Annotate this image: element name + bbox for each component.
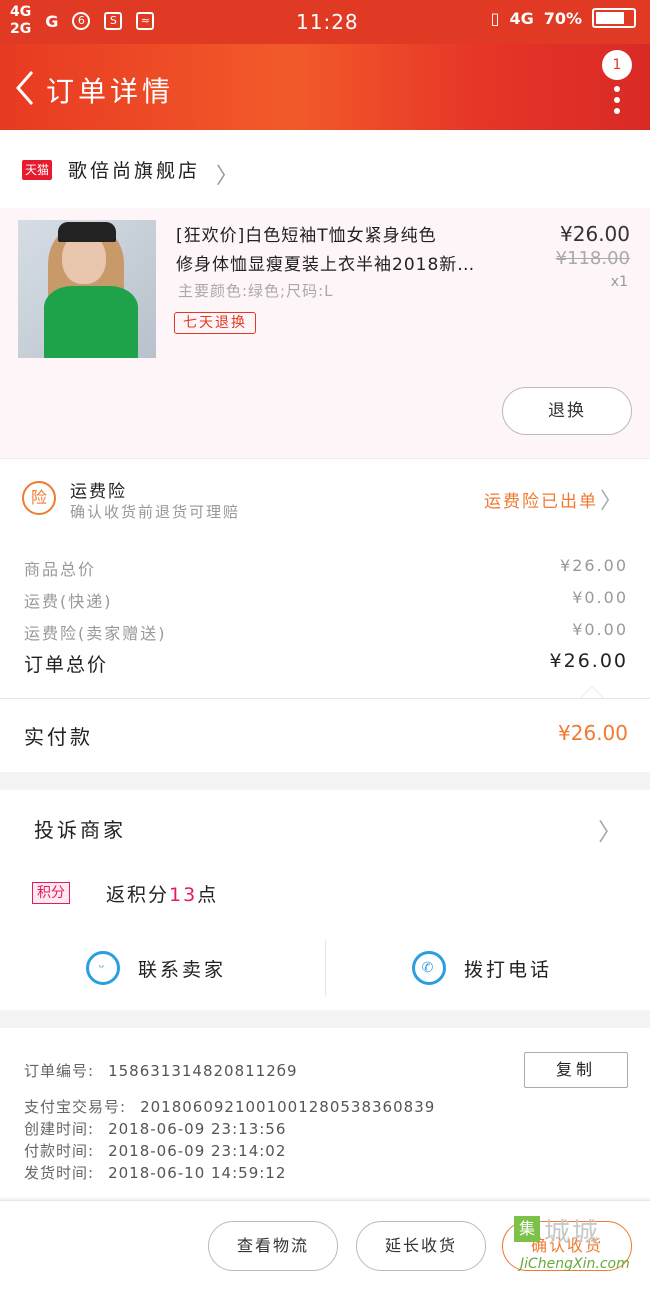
cellular-signal-icon: 4G 2G [10,4,32,37]
back-arrow-icon[interactable] [12,68,38,108]
created-time-row: 创建时间: 2018-06-09 23:13:56 [24,1120,287,1138]
caret-up-icon [580,686,604,698]
message-notification-icon: ≈ [136,12,155,30]
actual-payment-row: 实付款 ¥26.00 [0,698,650,772]
contact-row: ᵕ 联系卖家 ✆ 拨打电话 [0,940,650,996]
app-notification-icon: 6 [72,12,91,30]
status-time: 11:28 [296,10,359,34]
nav-bar: 订单详情 1 [0,44,650,130]
shipping-insurance-row[interactable]: 险 运费险 确认收货前退货可理赔 运费险已出单 〉 [0,458,650,538]
g-signal-icon: G [45,11,59,31]
contact-seller-button[interactable]: ᵕ 联系卖家 [86,940,226,996]
insurance-title: 运费险 [70,482,127,502]
fee-row-goods: 商品总价 ¥26.00 [24,556,628,579]
return-policy-badge: 七天退换 [174,312,256,334]
product-price: ¥26.00 [560,222,630,246]
product-title: [狂欢价]白色短袖T恤女紧身纯色 修身体恤显瘦夏装上衣半袖2018新… [176,226,476,275]
divider [325,940,326,996]
order-number-row: 订单编号: 1586313148208112б9 [24,1062,298,1080]
watermark: 集 城城 JiChengXin.com [514,1212,644,1286]
message-badge[interactable]: 1 [602,50,632,80]
copy-button[interactable]: 复制 [524,1052,628,1088]
battery-icon [592,8,636,28]
vibrate-icon: ▯ [490,8,500,28]
chat-face-icon: ᵕ [86,951,120,985]
paid-label: 实付款 [24,725,93,749]
shipped-time-row: 发货时间: 2018-06-10 14:59:12 [24,1164,287,1182]
fee-row-total: 订单总价 ¥26.00 [24,650,628,676]
more-menu-icon[interactable] [614,86,620,119]
refund-button[interactable]: 退换 [502,387,632,435]
insurance-icon: 险 [22,481,56,515]
product-card[interactable]: [狂欢价]白色短袖T恤女紧身纯色 修身体恤显瘦夏装上衣半袖2018新… 主要颜色… [0,208,650,458]
product-quantity: x1 [610,274,628,290]
chevron-right-icon: 〉 [216,164,239,189]
page-title: 订单详情 [46,75,175,108]
view-logistics-button[interactable]: 查看物流 [208,1221,338,1271]
fee-summary: 商品总价 ¥26.00 运费(快递) ¥0.00 运费险(卖家赠送) ¥0.00… [0,538,650,698]
complain-section: 投诉商家 〉 积分 返积分13点 ᵕ 联系卖家 ✆ 拨打电话 [0,790,650,1010]
chevron-right-icon: 〉 [599,489,622,514]
insurance-status: 运费险已出单 [484,492,598,512]
tmall-logo-icon: 天猫 [22,160,52,180]
extend-receipt-button[interactable]: 延长收货 [356,1221,486,1271]
watermark-logo-icon: 集 [514,1216,540,1242]
data-4g-icon: 4G [509,8,534,28]
product-sku: 主要颜色:绿色;尺码:L [178,282,334,300]
store-name: 歌倍尚旗舰店 [68,160,201,182]
original-price: ¥118.00 [555,248,630,269]
store-row[interactable]: 天猫 歌倍尚旗舰店 〉 [0,130,650,208]
paid-value: ¥26.00 [558,721,628,745]
fee-row-insurance: 运费险(卖家赠送) ¥0.00 [24,620,628,643]
watermark-brand: 城城 [544,1218,601,1248]
paid-time-row: 付款时间: 2018-06-09 23:14:02 [24,1142,287,1160]
points-text: 返积分13点 [106,884,219,906]
watermark-url: JiChengXin.com [520,1256,630,1272]
points-badge: 积分 [32,882,70,904]
chevron-right-icon[interactable]: 〉 [598,812,622,847]
complain-seller-link[interactable]: 投诉商家 [34,814,126,843]
s-notification-icon: S [104,12,123,30]
status-bar: 4G 2G G 6 S ≈ 11:28 ▯ 4G 70% [0,0,650,44]
insurance-subtitle: 确认收货前退货可理赔 [70,503,241,521]
product-image[interactable] [18,220,156,358]
order-info: 订单编号: 1586313148208112б9 复制 支付宝交易号: 201806… [0,1028,650,1198]
fee-row-shipping: 运费(快递) ¥0.00 [24,588,628,611]
alipay-number-row: 支付宝交易号: 2018060921001001280538360839 [24,1098,436,1116]
phone-icon: ✆ [412,951,446,985]
call-phone-button[interactable]: ✆ 拨打电话 [412,940,552,996]
battery-percent: 70% [543,8,582,28]
